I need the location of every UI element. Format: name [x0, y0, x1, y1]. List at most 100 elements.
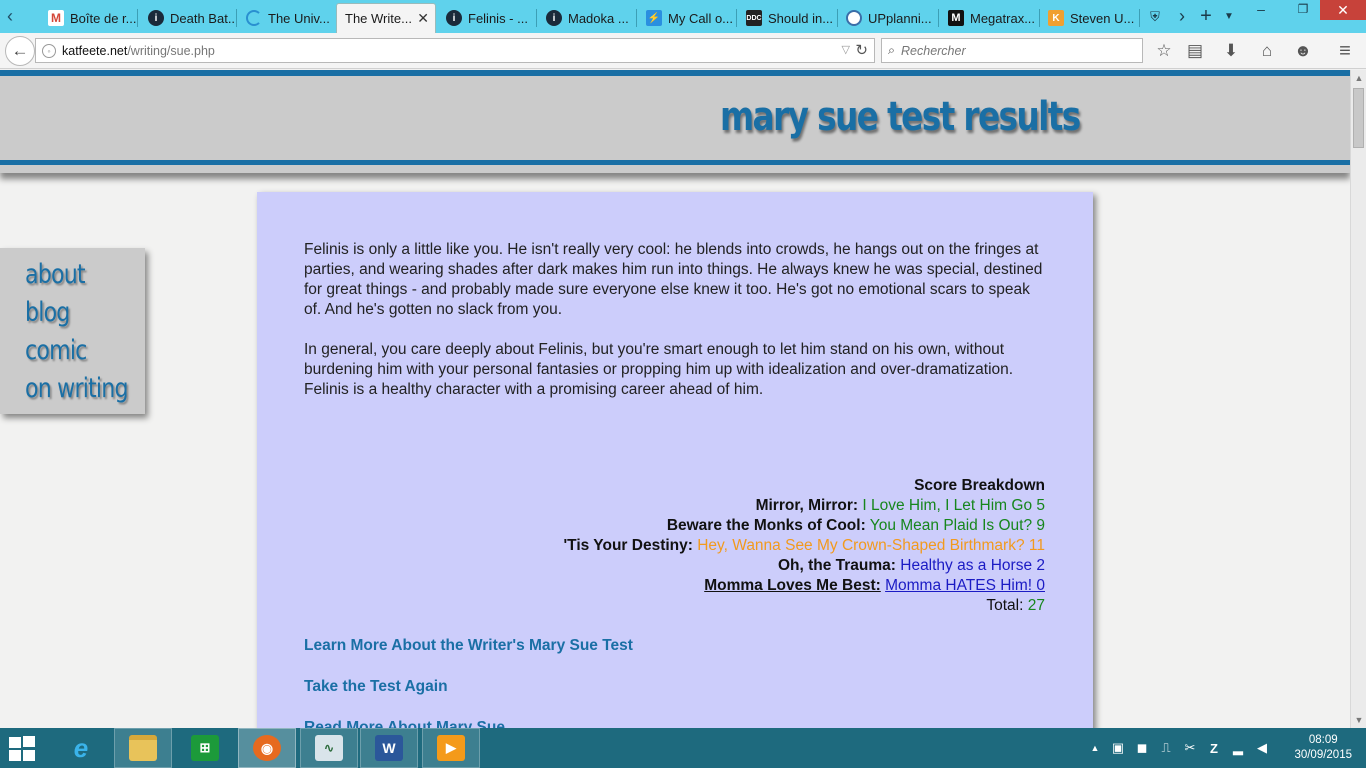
nav-link-comic[interactable]: comic [25, 332, 123, 370]
score-total: Total: 27 [563, 596, 1045, 616]
tab-separator [636, 9, 637, 27]
close-tab-icon[interactable]: ✕ [417, 10, 429, 27]
k-icon: K [1048, 10, 1064, 26]
windows-taskbar: e ⊞ ◉ ∿ W ▶ ▲ ▣ ◼ ⎍ ✂ Z ▂ ◀ 08:09 30/09/… [0, 728, 1366, 768]
menu-hamburger-icon[interactable]: ≡ [1332, 38, 1358, 64]
tab-label: Madoka ... [568, 10, 629, 26]
score-label-link[interactable]: Momma Loves Me Best: [704, 577, 881, 594]
tab-death-battle[interactable]: i Death Bat... [140, 3, 234, 33]
tab-separator [137, 9, 138, 27]
taskbar-clock[interactable]: 08:09 30/09/2015 [1294, 733, 1352, 763]
gmail-icon: M [48, 10, 64, 26]
home-icon[interactable]: ⌂ [1254, 38, 1280, 64]
windows-start-icon[interactable] [8, 735, 36, 761]
tab-madoka[interactable]: i Madoka ... [538, 3, 634, 33]
store-icon: ⊞ [191, 735, 219, 761]
tab-megatrax[interactable]: M Megatrax... [940, 3, 1038, 33]
task-manager-icon: ∿ [315, 735, 343, 761]
tray-z-icon[interactable]: Z [1206, 740, 1222, 756]
read-more-link[interactable]: Read More About Mary Sue [304, 719, 505, 728]
score-result-link[interactable]: Momma HATES Him! 0 [885, 577, 1045, 594]
firefox-icon: ◉ [253, 735, 281, 761]
back-arrow-icon[interactable]: ← [5, 36, 35, 66]
score-breakdown: Score Breakdown Mirror, Mirror: I Love H… [563, 476, 1045, 616]
tab-separator [1139, 9, 1140, 27]
nav-link-on-writing[interactable]: on writing [25, 370, 129, 408]
nav-link-blog[interactable]: blog [25, 294, 123, 332]
show-hidden-icons-chevron-up-icon[interactable]: ▲ [1088, 740, 1102, 756]
tab-label: Should in... [768, 10, 834, 26]
tab-should-in[interactable]: DDC Should in... [738, 3, 836, 33]
internet-explorer-icon: e [73, 732, 89, 763]
score-label: 'Tis Your Destiny: [563, 537, 693, 554]
tab-list-chevron-down-icon[interactable]: ▼ [1220, 0, 1238, 33]
tab-steven-universe[interactable]: K Steven U... [1040, 3, 1138, 33]
tab-felinis[interactable]: i Felinis - ... [438, 3, 534, 33]
tab-label: My Call o... [668, 10, 734, 26]
minimize-window-icon[interactable]: – [1250, 0, 1272, 25]
taskbar-store[interactable]: ⊞ [176, 728, 234, 768]
page-scrollbar[interactable]: ▲ ▼ [1350, 70, 1366, 728]
tab-separator [736, 9, 737, 27]
scroll-thumb[interactable] [1353, 88, 1364, 148]
download-icon[interactable]: ⬇ [1218, 38, 1244, 64]
volume-icon[interactable]: ◀ [1254, 740, 1270, 756]
result-paragraph-2: In general, you care deeply about Felini… [304, 341, 1014, 398]
info-site-icon: i [148, 10, 164, 26]
taskbar-word[interactable]: W [360, 728, 418, 768]
taskbar-file-explorer[interactable] [114, 728, 172, 768]
taskbar-media-player[interactable]: ▶ [422, 728, 480, 768]
tray-window-icon[interactable]: ◼ [1134, 740, 1150, 756]
score-row-trauma: Oh, the Trauma: Healthy as a Horse 2 [563, 556, 1045, 576]
score-label: Oh, the Trauma: [777, 557, 896, 574]
tab-label: Boîte de r... [70, 10, 136, 26]
start-pane [9, 750, 21, 761]
nav-link-about[interactable]: about [25, 256, 123, 294]
score-row-momma[interactable]: Momma Loves Me Best: Momma HATES Him! 0 [563, 576, 1045, 596]
megatrax-icon: M [948, 10, 964, 26]
taskbar-internet-explorer[interactable]: e [52, 728, 110, 768]
restore-window-icon[interactable]: ❐ [1290, 0, 1316, 25]
media-player-icon: ▶ [437, 735, 465, 761]
tab-my-call[interactable]: ⚡ My Call o... [638, 3, 734, 33]
url-domain: katfeete.net [62, 43, 128, 58]
result-paragraph-1: Felinis is only a little like you. He is… [304, 241, 1043, 318]
tabs-scroll-right-icon[interactable]: › [1172, 0, 1192, 33]
tab-gmail[interactable]: M Boîte de r... [40, 3, 136, 33]
score-label: Mirror, Mirror: [755, 497, 859, 514]
word-icon: W [375, 735, 403, 761]
new-tab-icon[interactable]: + [1194, 0, 1218, 33]
taskbar-firefox[interactable]: ◉ [238, 728, 296, 768]
loading-icon [246, 10, 262, 26]
score-row-monks-of-cool: Beware the Monks of Cool: You Mean Plaid… [563, 516, 1045, 536]
tab-label: Megatrax... [970, 10, 1036, 26]
learn-more-link[interactable]: Learn More About the Writer's Mary Sue T… [304, 637, 633, 655]
upplanning-icon [846, 10, 862, 26]
tray-usb-icon[interactable]: ⎍ [1158, 740, 1174, 756]
reading-list-icon[interactable]: ▤ [1182, 38, 1208, 64]
tab-upplanning[interactable]: UPplanni... [838, 3, 938, 33]
score-row-destiny: 'Tis Your Destiny: Hey, Wanna See My Cro… [563, 536, 1045, 556]
folder-icon [129, 735, 157, 761]
wifi-signal-icon[interactable]: ▂ [1230, 740, 1246, 756]
url-bar[interactable]: ◦ katfeete.net/writing/sue.php ▽ ↻ [35, 38, 875, 63]
tab-the-universe[interactable]: The Univ... [238, 3, 332, 33]
search-input[interactable]: ⌕ Rechercher [881, 38, 1143, 63]
taskbar-task-manager[interactable]: ∿ [300, 728, 358, 768]
close-window-icon[interactable]: ✕ [1320, 0, 1366, 20]
tray-tools-icon[interactable]: ✂ [1182, 740, 1198, 756]
scroll-down-icon[interactable]: ▼ [1351, 712, 1366, 728]
retake-test-link[interactable]: Take the Test Again [304, 678, 448, 696]
tab-label: Felinis - ... [468, 10, 528, 26]
globe-icon: ◦ [42, 43, 56, 58]
navigation-bar: ← ◦ katfeete.net/writing/sue.php ▽ ↻ ⌕ R… [0, 33, 1366, 69]
tab-the-writers-active[interactable]: The Write... ✕ [336, 3, 436, 33]
bookmark-star-icon[interactable]: ☆ [1151, 38, 1177, 64]
shield-tab-icon[interactable]: ⛨ [1144, 0, 1166, 33]
chat-icon[interactable]: ☻ [1290, 38, 1316, 64]
tray-app-icon[interactable]: ▣ [1110, 740, 1126, 756]
scroll-up-icon[interactable]: ▲ [1351, 70, 1366, 86]
tabs-scroll-left-icon[interactable]: ‹ [0, 0, 20, 33]
url-history-dropdown-icon[interactable]: ▽ [842, 43, 850, 56]
reload-icon[interactable]: ↻ [855, 41, 868, 59]
